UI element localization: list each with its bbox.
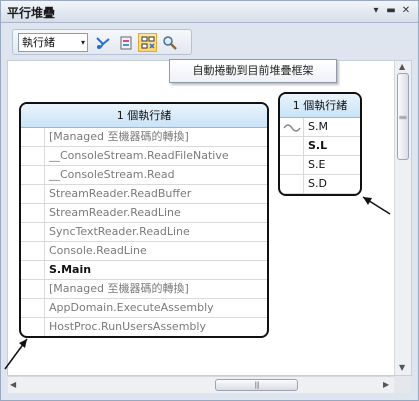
frame-label: S.Main (49, 263, 92, 276)
auto-scroll-icon (141, 36, 155, 49)
show-external-code-button[interactable] (116, 33, 135, 52)
scroll-up-icon[interactable]: ▲ (399, 62, 405, 71)
toolbar: 執行緒 ▾ (1, 24, 418, 60)
stack-frame-row[interactable]: StreamReader.ReadLine (21, 204, 267, 223)
zoom-button[interactable] (160, 33, 179, 52)
stack-frame-row[interactable]: S.D (280, 175, 360, 194)
title-bar: 平行堆疊 ▾ ▬ ✕ (1, 1, 418, 23)
frame-gutter (280, 156, 304, 174)
stack-frame-row[interactable]: __ConsoleStream.ReadFileNative (21, 147, 267, 166)
frame-label: [Managed 至機器碼的轉換] (49, 282, 189, 295)
frame-gutter (21, 185, 45, 203)
frame-gutter (21, 318, 45, 336)
frame-gutter (280, 137, 304, 155)
auto-scroll-to-current-frame-button[interactable] (138, 33, 157, 52)
frame-label: __ConsoleStream.Read (49, 168, 175, 181)
window-title: 平行堆疊 (7, 6, 56, 20)
main-stack-frames: [Managed 至機器碼的轉換] __ConsoleStream.ReadFil… (21, 128, 267, 336)
stack-frame-row[interactable]: HostProc.RunUsersAssembly (21, 318, 267, 336)
stack-frame-row[interactable]: StreamReader.ReadBuffer (21, 185, 267, 204)
frame-label: HostProc.RunUsersAssembly (49, 320, 206, 333)
pin-icon[interactable]: ▬ (384, 4, 398, 18)
stack-frame-row[interactable]: S.Main (21, 261, 267, 280)
scroll-right-icon[interactable]: ▶ (383, 380, 389, 389)
frame-label: S.D (308, 177, 327, 190)
frame-gutter (21, 261, 45, 279)
horizontal-scroll-thumb[interactable]: ||| (215, 379, 298, 391)
stack-frame-row[interactable]: S.M (280, 118, 360, 137)
view-mode-combo[interactable]: 執行緒 ▾ (18, 33, 88, 52)
stack-frame-row[interactable]: __ConsoleStream.Read (21, 166, 267, 185)
frame-gutter (21, 147, 45, 165)
stack-frame-row[interactable]: SyncTextReader.ReadLine (21, 223, 267, 242)
close-icon[interactable]: ✕ (399, 4, 413, 18)
main-stack-node[interactable]: 1 個執行緒 [Managed 至機器碼的轉換] __ConsoleStream.… (19, 102, 269, 338)
chevron-down-icon: ▾ (80, 38, 85, 47)
method-view-icon (96, 37, 110, 49)
scroll-left-icon[interactable]: ◀ (10, 380, 16, 389)
frame-gutter (280, 175, 304, 193)
frame-label: SyncTextReader.ReadLine (49, 225, 190, 238)
frame-label: AppDomain.ExecuteAssembly (49, 301, 214, 314)
stack-frame-row[interactable]: S.E (280, 156, 360, 175)
horizontal-grip: ||| (254, 381, 259, 389)
stack-frame-row[interactable]: [Managed 至機器碼的轉換] (21, 280, 267, 299)
frame-label: StreamReader.ReadLine (49, 206, 181, 219)
side-stack-header: 1 個執行緒 (280, 94, 360, 118)
scroll-down-icon[interactable]: ▼ (399, 363, 405, 372)
stack-frame-row[interactable]: Console.ReadLine (21, 242, 267, 261)
frame-gutter (21, 166, 45, 184)
frame-label: Console.ReadLine (49, 244, 147, 257)
parallel-stacks-window: 平行堆疊 ▾ ▬ ✕ 執行緒 ▾ 自動捲動到目前堆疊框架 1 個執行緒 [Man… (0, 0, 419, 401)
zoom-icon (163, 36, 177, 50)
frame-gutter (21, 299, 45, 317)
frame-gutter (280, 118, 304, 136)
frame-label: [Managed 至機器碼的轉換] (49, 130, 189, 143)
scroll-corner (394, 376, 411, 393)
main-stack-header: 1 個執行緒 (21, 104, 267, 128)
frame-gutter (21, 280, 45, 298)
view-mode-value: 執行緒 (22, 36, 55, 49)
stack-frame-row[interactable]: S.L (280, 137, 360, 156)
toggle-method-view-button[interactable] (93, 33, 112, 52)
vertical-scrollbar[interactable]: ▲ ||| ▼ (394, 61, 411, 375)
stack-frame-row[interactable]: AppDomain.ExecuteAssembly (21, 299, 267, 318)
thread-switch-icon (283, 124, 301, 132)
frame-label: S.M (308, 120, 328, 133)
frame-gutter (21, 204, 45, 222)
stack-frame-row[interactable]: [Managed 至機器碼的轉換] (21, 128, 267, 147)
frame-gutter (21, 128, 45, 146)
external-code-icon (120, 36, 132, 50)
frame-label: StreamReader.ReadBuffer (49, 187, 192, 200)
frame-label: S.L (308, 139, 328, 152)
frame-label: S.E (308, 158, 326, 171)
auto-scroll-tooltip: 自動捲動到目前堆疊框架 (169, 59, 337, 83)
side-stack-frames: S.M S.L S.E S.D (280, 118, 360, 194)
frame-gutter (21, 223, 45, 241)
window-menu-dropdown-icon[interactable]: ▾ (369, 4, 383, 18)
vertical-grip: ||| (399, 114, 407, 119)
vertical-scroll-thumb[interactable]: ||| (397, 73, 409, 160)
toolbar-group: 執行緒 ▾ (12, 29, 192, 55)
side-stack-node[interactable]: 1 個執行緒 S.M S.L S.E S.D (278, 92, 362, 196)
frame-gutter (21, 242, 45, 260)
frame-label: __ConsoleStream.ReadFileNative (49, 149, 229, 162)
horizontal-scrollbar[interactable]: ◀ ||| ▶ (8, 376, 394, 393)
